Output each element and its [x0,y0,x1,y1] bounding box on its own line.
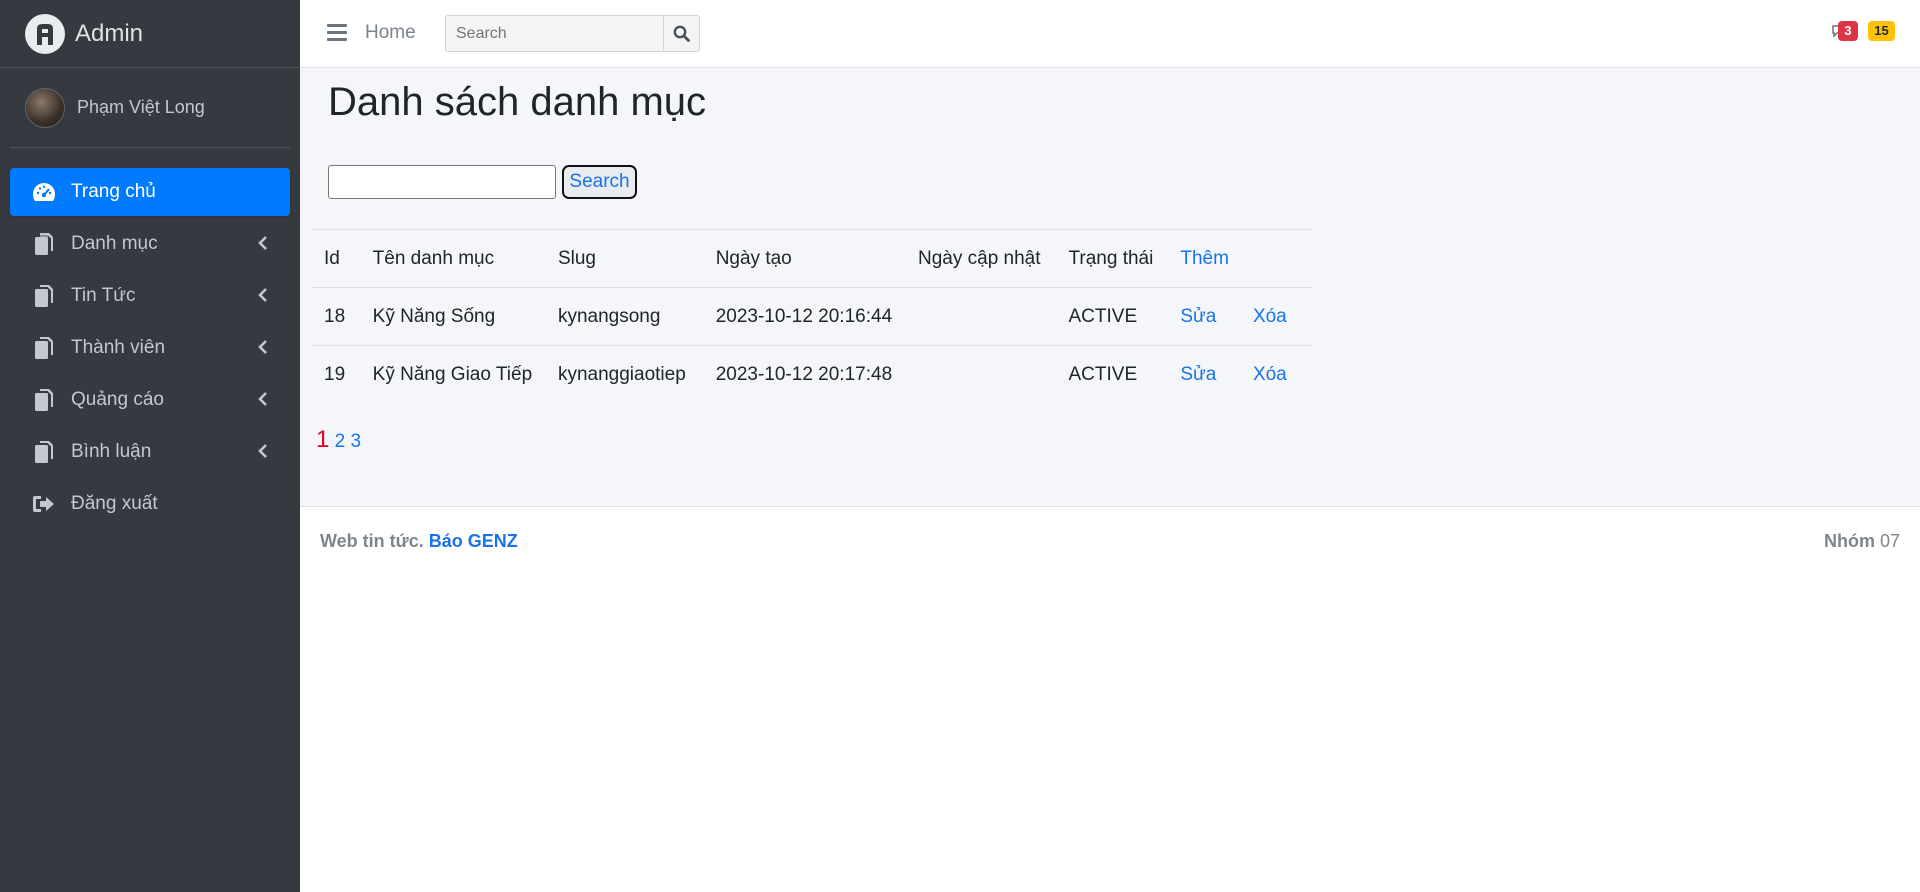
copy-icon [32,336,56,360]
edit-link[interactable]: Sửa [1168,287,1241,346]
sign-out-icon [32,492,56,516]
copy-icon [32,440,56,464]
dashboard-icon [32,180,56,204]
table-row: 19 Kỹ Năng Giao Tiếp kynanggiaotiep 2023… [312,345,1312,404]
sidebar-item-tin-tuc[interactable]: Tin Tức [10,272,290,320]
cell-slug: kynangsong [545,287,704,346]
footer: Web tin tức. Báo GENZ Nhóm 07 [300,506,1920,574]
delete-link[interactable]: Xóa [1240,345,1312,404]
chevron-left-icon [258,288,267,302]
cell-updated [906,287,1057,346]
pagination: 1 2 3 [316,426,361,454]
header-status: Trạng thái [1056,229,1169,288]
page-link[interactable]: 2 [335,431,346,452]
table-header-row: Id Tên danh mục Slug Ngày tạo Ngày cập n… [312,229,1312,288]
header-name: Tên danh mục [360,229,546,288]
category-search-button[interactable]: Search [562,165,637,199]
edit-link[interactable]: Sửa [1168,345,1241,404]
page-current: 1 [316,426,330,453]
sidebar-item-label: Trang chủ [71,181,156,202]
menu-toggle-icon[interactable] [327,24,347,42]
admin-logo-icon [25,13,65,54]
cell-status: ACTIVE [1056,287,1169,346]
brand-link[interactable]: Admin [0,0,300,68]
sidebar-item-label: Bình luận [71,441,152,462]
footer-label: Web tin tức. [320,531,424,551]
avatar [25,87,65,128]
content-wrapper: Danh sách danh mục Search Id Tên danh mụ… [300,68,1920,506]
header-slug: Slug [545,229,704,288]
cell-updated [906,345,1057,404]
sidebar-item-dang-xuat[interactable]: Đăng xuất [10,480,290,528]
cell-name: Kỹ Năng Sống [360,287,546,346]
header-updated: Ngày cập nhật [906,229,1057,288]
cell-slug: kynanggiaotiep [545,345,704,404]
cell-created: 2023-10-12 20:16:44 [703,287,906,346]
category-table: Id Tên danh mục Slug Ngày tạo Ngày cập n… [312,229,1312,404]
page-background [300,574,1920,892]
copy-icon [32,284,56,308]
brand-title: Admin [75,19,144,47]
delete-link[interactable]: Xóa [1240,287,1312,346]
cell-status: ACTIVE [1056,345,1169,404]
sidebar-item-label: Tin Tức [71,285,136,306]
navbar-search [445,15,700,52]
cell-name: Kỹ Năng Giao Tiếp [360,345,546,404]
search-icon [673,25,690,42]
sidebar-item-danh-muc[interactable]: Danh mục [10,220,290,268]
sidebar-item-binh-luan[interactable]: Bình luận [10,428,290,476]
cell-id: 19 [312,345,361,404]
sidebar-item-label: Thành viên [71,337,166,358]
table-row: 18 Kỹ Năng Sống kynangsong 2023-10-12 20… [312,287,1312,346]
footer-group-label: Nhóm [1823,531,1875,551]
navbar-search-button[interactable] [663,15,700,52]
chevron-left-icon [258,340,267,354]
sidebar-item-quang-cao[interactable]: Quảng cáo [10,376,290,424]
navbar-search-input[interactable] [445,15,663,52]
copy-icon [32,388,56,412]
add-category-link[interactable]: Thêm [1168,229,1241,288]
footer-group: Nhóm 07 [1824,531,1900,552]
sidebar-item-label: Danh mục [71,233,158,254]
footer-group-number: 07 [1879,531,1900,551]
chevron-left-icon [258,236,267,250]
sidebar-nav: Trang chủ Danh mục Tin Tức Thành viên Qu… [0,148,300,528]
chevron-left-icon [258,392,267,406]
cell-created: 2023-10-12 20:17:48 [703,345,906,404]
sidebar-item-thanh-vien[interactable]: Thành viên [10,324,290,372]
notifications-badge[interactable]: 15 [1868,21,1895,41]
header-id: Id [312,229,361,288]
footer-brand-link[interactable]: Báo GENZ [429,531,518,551]
sidebar-item-label: Quảng cáo [71,389,164,410]
cell-id: 18 [312,287,361,346]
sidebar-item-label: Đăng xuất [71,493,158,514]
sidebar-item-trang-chu[interactable]: Trang chủ [10,168,290,216]
user-name: Phạm Việt Long [77,97,205,117]
header-actions [1240,229,1312,288]
page-title: Danh sách danh mục [328,80,707,124]
page-link[interactable]: 3 [351,431,362,452]
user-panel[interactable]: Phạm Việt Long [10,68,290,148]
footer-text: Web tin tức. Báo GENZ [320,531,518,552]
messages-badge[interactable]: 3 [1838,21,1858,41]
home-link[interactable]: Home [365,22,416,44]
header-created: Ngày tạo [703,229,906,288]
copy-icon [32,232,56,256]
top-navbar: Home 3 15 [300,0,1920,68]
sidebar: Admin Phạm Việt Long Trang chủ Danh mục … [0,0,300,892]
category-search-input[interactable] [328,165,556,199]
chevron-left-icon [258,444,267,458]
